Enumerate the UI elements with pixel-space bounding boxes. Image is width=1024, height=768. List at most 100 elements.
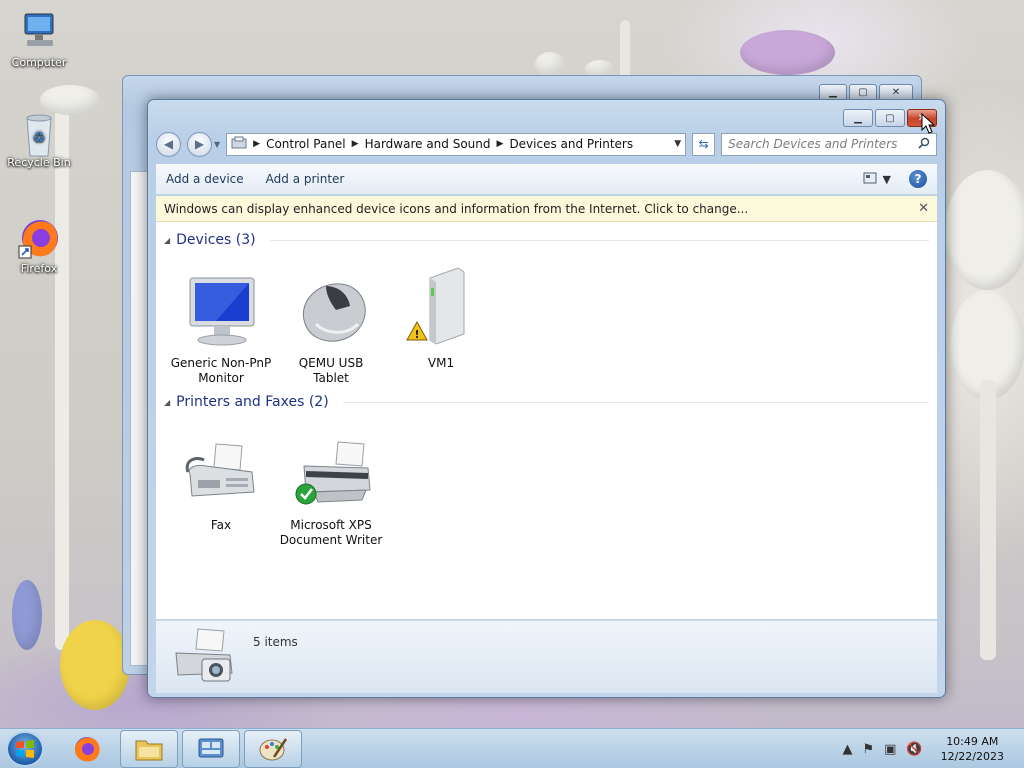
computer-tower-icon: ! [396, 264, 486, 352]
svg-text:♻: ♻ [33, 130, 46, 146]
wallpaper-decoration [945, 170, 1024, 290]
add-device-button[interactable]: Add a device [166, 172, 244, 186]
info-bar[interactable]: Windows can display enhanced device icon… [156, 196, 937, 222]
device-item[interactable]: QEMU USB Tablet [279, 264, 383, 386]
folder-icon [135, 740, 163, 761]
firefox-icon [17, 216, 61, 260]
mouse-cursor-icon [921, 112, 936, 138]
breadcrumb-separator-icon: ▶ [351, 139, 359, 149]
start-button[interactable] [6, 731, 44, 767]
wallpaper-decoration [980, 380, 996, 660]
printer-label: Fax [210, 518, 232, 532]
item-count: 5 items [253, 635, 298, 649]
wallpaper-decoration [740, 30, 835, 75]
forward-button[interactable]: ▶ [187, 131, 212, 157]
group-header-devices[interactable]: ◢ Devices (3) [164, 232, 929, 248]
taskbar-explorer-button[interactable] [120, 730, 178, 768]
content-pane: ◢ Devices (3) Generic Non-PnP Monitor QE… [156, 222, 937, 619]
action-center-icon[interactable]: ⚑ [862, 742, 874, 757]
forward-arrow-icon: ▶ [194, 137, 205, 151]
computer-icon [17, 10, 61, 54]
fax-icon [176, 426, 266, 514]
device-label: VM1 [427, 356, 455, 370]
maximize-icon: ▢ [885, 112, 895, 124]
system-tray: ▲ ⚑ ▣ 🔇 10:49 AM 12/22/2023 [842, 729, 1024, 768]
minimize-button[interactable]: ▁ [843, 109, 873, 127]
group-title: Devices (3) [176, 232, 256, 248]
maximize-button[interactable]: ▢ [875, 109, 905, 127]
desktop-icon-computer[interactable]: Computer [7, 10, 71, 69]
devices-and-printers-window[interactable]: ▁ ▢ ✕ ◀ ▶ ▼ ▶ Control Panel ▶ Hardware a… [147, 99, 946, 698]
navigation-bar: ◀ ▶ ▼ ▶ Control Panel ▶ Hardware and Sou… [156, 131, 937, 157]
show-hidden-icons-icon[interactable]: ▲ [842, 742, 852, 757]
recycle-bin-icon: ♻ [17, 110, 61, 157]
collapse-triangle-icon[interactable]: ◢ [164, 236, 170, 245]
network-icon[interactable]: ▣ [884, 742, 896, 757]
paint-palette-icon [259, 738, 288, 761]
group-header-printers[interactable]: ◢ Printers and Faxes (2) [164, 394, 929, 410]
breadcrumb-separator-icon: ▶ [496, 139, 504, 149]
breadcrumb-hardware-and-sound[interactable]: Hardware and Sound [365, 137, 491, 151]
device-label: Generic Non-PnP Monitor [170, 356, 272, 385]
recent-pages-dropdown-icon[interactable]: ▼ [214, 140, 220, 149]
search-icon[interactable] [918, 137, 930, 152]
details-pane: 5 items [156, 620, 937, 693]
svg-text:!: ! [414, 328, 419, 341]
device-item[interactable]: ! VM1 [389, 264, 493, 371]
control-panel-icon [198, 738, 224, 758]
breadcrumb-control-panel[interactable]: Control Panel [266, 137, 346, 151]
back-button[interactable]: ◀ [156, 131, 181, 157]
address-dropdown-icon[interactable]: ▼ [674, 139, 681, 149]
desktop-icon-recycle-bin[interactable]: ♻ Recycle Bin [7, 110, 71, 169]
clock[interactable]: 10:49 AM 12/22/2023 [941, 734, 1004, 764]
taskbar: ▲ ⚑ ▣ 🔇 10:49 AM 12/22/2023 [0, 728, 1024, 768]
minimize-icon: ▁ [829, 87, 837, 98]
device-item[interactable]: Generic Non-PnP Monitor [169, 264, 273, 386]
refresh-button[interactable]: ⇆ [692, 132, 716, 156]
refresh-icon: ⇆ [698, 137, 709, 151]
search-placeholder: Search Devices and Printers [728, 137, 898, 151]
back-arrow-icon: ◀ [163, 137, 174, 151]
clock-date: 12/22/2023 [940, 750, 1004, 763]
group-title: Printers and Faxes (2) [176, 394, 329, 410]
view-icon [863, 172, 877, 187]
divider [269, 239, 929, 241]
info-bar-text: Windows can display enhanced device icon… [164, 201, 749, 216]
close-icon: ✕ [891, 87, 901, 98]
help-button[interactable]: ? [909, 170, 927, 188]
breadcrumb-separator-icon: ▶ [253, 139, 261, 149]
collapse-triangle-icon[interactable]: ◢ [164, 398, 170, 407]
wallpaper-decoration [535, 52, 565, 76]
printer-label: Microsoft XPS Document Writer [279, 518, 383, 547]
desktop-icon-label: Computer [11, 56, 67, 69]
change-view-button[interactable]: ▼ [863, 172, 891, 187]
devices-and-printers-icon [168, 625, 238, 690]
default-checkmark-icon [295, 483, 317, 505]
printer-icon [286, 426, 376, 514]
address-bar[interactable]: ▶ Control Panel ▶ Hardware and Sound ▶ D… [226, 132, 687, 156]
warning-icon: ! [406, 320, 428, 341]
device-label: QEMU USB Tablet [298, 356, 364, 385]
breadcrumb-devices-and-printers[interactable]: Devices and Printers [509, 137, 633, 151]
firefox-icon [75, 737, 100, 762]
wallpaper-decoration [60, 620, 130, 710]
chevron-down-icon[interactable]: ▼ [883, 173, 891, 186]
close-icon[interactable]: ✕ [918, 201, 929, 216]
taskbar-control-panel-button[interactable] [182, 730, 240, 768]
printer-item[interactable]: Microsoft XPS Document Writer [279, 426, 383, 548]
search-input[interactable]: Search Devices and Printers [721, 132, 937, 156]
taskbar-paint-button[interactable] [244, 730, 302, 768]
clock-time: 10:49 AM [946, 735, 999, 748]
help-icon: ? [914, 172, 922, 186]
minimize-icon: ▁ [854, 112, 862, 124]
monitor-icon [176, 264, 266, 352]
windows-logo-icon [16, 740, 34, 758]
volume-muted-icon[interactable]: 🔇 [906, 742, 922, 757]
mouse-icon [286, 264, 376, 352]
wallpaper-decoration [12, 580, 42, 650]
taskbar-firefox-button[interactable] [58, 730, 116, 768]
desktop-icon-firefox[interactable]: Firefox [7, 216, 71, 275]
add-printer-button[interactable]: Add a printer [266, 172, 345, 186]
printer-item[interactable]: Fax [169, 426, 273, 533]
divider [342, 401, 929, 403]
